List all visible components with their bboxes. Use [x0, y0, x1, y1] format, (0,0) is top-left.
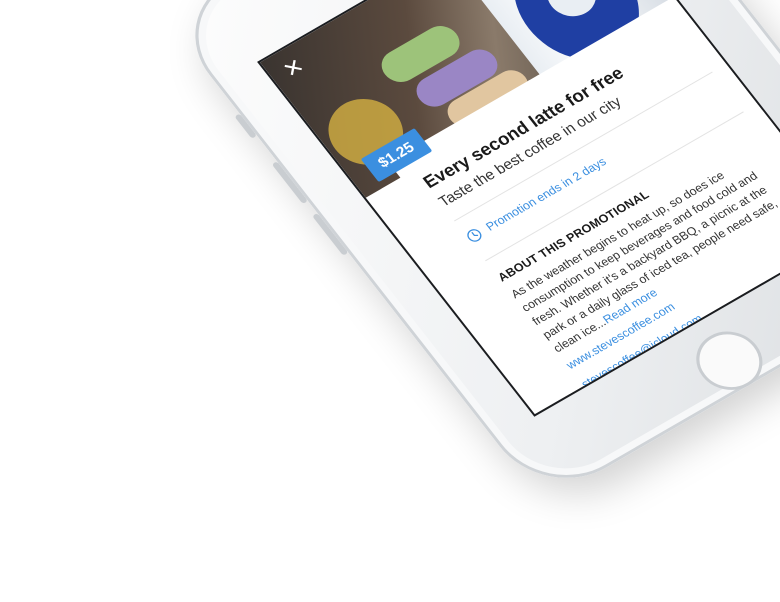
home-button: [683, 320, 776, 401]
phone: ✕ $1.25 Every second latte for free Tast…: [165, 0, 780, 504]
device-mockup: ✕ $1.25 Every second latte for free Tast…: [0, 0, 780, 602]
clock-icon: [467, 229, 482, 242]
mute-switch: [234, 113, 258, 139]
close-icon[interactable]: ✕: [278, 54, 310, 83]
volume-down-button: [312, 212, 349, 256]
volume-up-button: [271, 161, 308, 205]
